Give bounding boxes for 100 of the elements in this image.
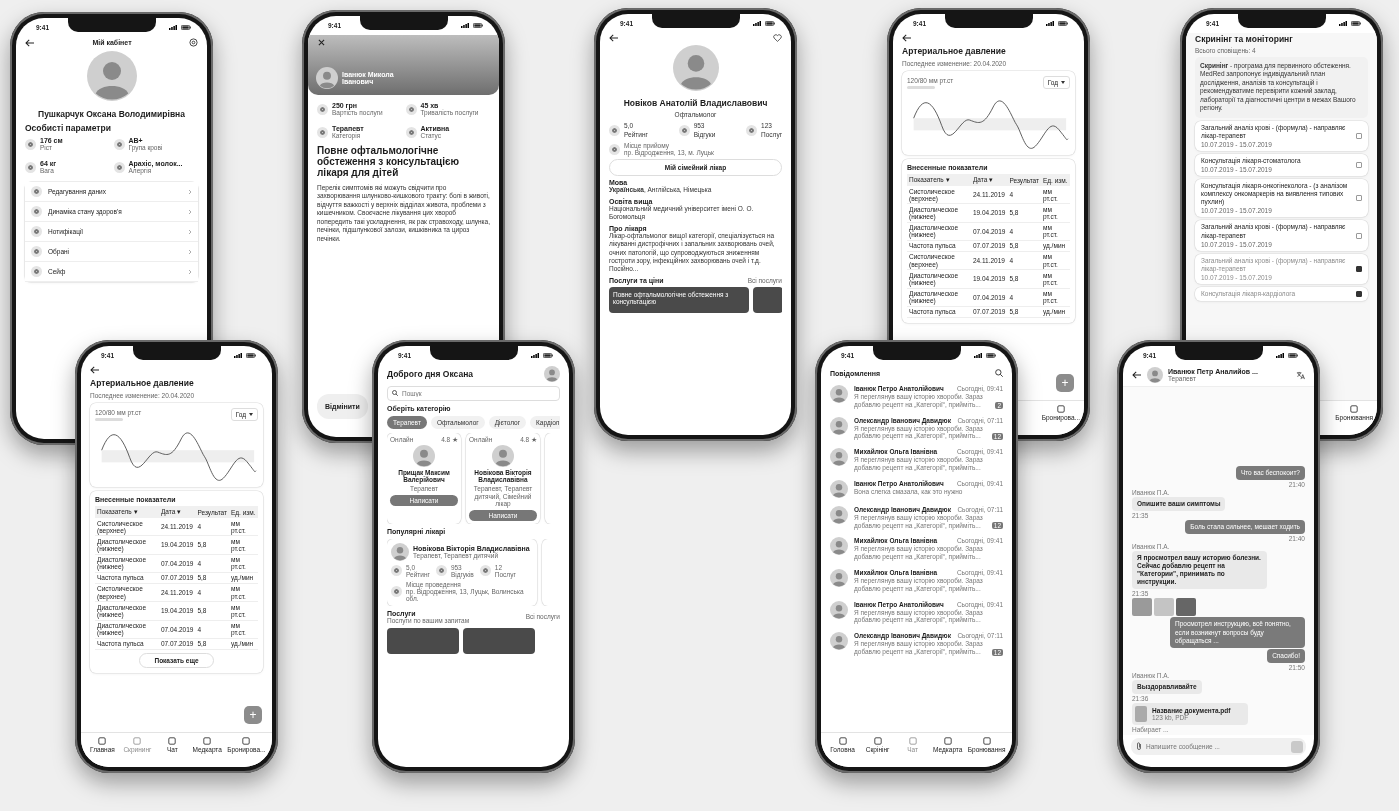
battery-icon [986,353,996,358]
chevron-icon [188,208,192,215]
signal-icon [531,353,539,358]
avatar-silhouette [830,416,848,435]
section-title: Особисті параметри [25,123,112,133]
avatar-silhouette [830,448,848,467]
checkbox[interactable] [1356,265,1362,272]
circle-icon [317,103,328,115]
battery-icon [473,23,483,28]
placeholder-line [907,85,935,89]
signal-icon [753,21,761,26]
tab-icon [133,737,142,745]
search-icon [392,390,398,396]
search-icon[interactable] [995,369,1003,377]
circle-icon [31,266,42,277]
battery-icon [246,353,256,358]
signal-icon [169,25,177,30]
close-icon[interactable] [318,39,325,46]
profile-photo [86,51,137,101]
signal-icon [461,23,469,28]
tab-icon [98,737,107,745]
signal-icon [1276,353,1284,358]
avatar-silhouette [830,505,848,524]
profile-name: Пушкарчук Оксана Володимирівна [38,109,185,119]
caret-icon [1061,81,1065,84]
tab-icon [982,737,991,745]
signal-icon [234,353,242,358]
avatar-silhouette [316,67,338,89]
battery-icon [181,25,191,30]
battery-icon [543,353,553,358]
avatar-silhouette [830,568,848,587]
tab-icon [203,737,212,745]
doctor-name: Новіков Анатолій Владиславович [623,98,768,108]
signal-icon [1339,21,1347,26]
checkbox[interactable] [1356,132,1362,139]
service-card[interactable] [387,627,459,654]
avatar-silhouette [830,600,848,619]
avatar-silhouette [830,632,848,651]
doctor-photo [391,542,409,561]
battery-icon [765,21,775,26]
location-icon [391,585,402,597]
avatar-silhouette [830,385,848,403]
signal-icon [1046,21,1054,26]
screen-title: Скринінг та моніторинг [1195,34,1294,44]
checkbox[interactable] [1356,161,1362,168]
chevron-icon [188,248,192,255]
back-arrow-icon[interactable] [1132,371,1142,379]
back-arrow-icon[interactable] [609,34,619,42]
back-arrow-icon[interactable] [90,366,100,374]
service-card[interactable] [463,627,535,654]
doctor-photo [672,45,719,91]
battery-icon [1058,21,1068,26]
tab-icon [168,737,177,745]
battery-icon [1351,21,1361,26]
location-icon [609,143,620,155]
service-card[interactable] [753,286,782,313]
circle-icon [479,565,491,577]
screen-title: Артериальное давление [902,46,1007,56]
circle-icon [317,126,328,138]
tab-icon [908,737,917,745]
avatar-silhouette [544,366,560,382]
circle-icon [678,125,690,137]
avatar-silhouette [830,537,848,556]
doctor-photo [492,445,514,468]
circle-icon [31,186,42,197]
greeting: Доброго дня Оксана [387,369,473,379]
tab-icon [1056,405,1065,413]
photo-placeholder[interactable] [1176,598,1196,617]
circle-icon [31,226,42,237]
photo-placeholder[interactable] [1132,598,1152,617]
checkbox[interactable] [1356,290,1362,297]
back-arrow-icon[interactable] [902,34,912,42]
tab-icon [1350,405,1359,413]
screen-title: Артериальное давление [90,378,195,388]
chevron-icon [188,228,192,235]
translate-icon[interactable] [1296,370,1305,380]
back-arrow-icon[interactable] [25,38,35,47]
tab-icon [943,737,952,745]
document-icon [1135,706,1147,722]
tab-icon [242,737,251,745]
circle-icon [113,161,125,173]
checkbox[interactable] [1356,195,1362,202]
circle-icon [31,206,42,217]
circle-icon [746,125,758,137]
paperclip-icon[interactable] [1136,742,1142,750]
circle-icon [31,246,42,257]
caret-icon [249,413,253,416]
battery-icon [1288,353,1298,358]
circle-icon [113,138,125,150]
settings-icon[interactable] [189,38,198,47]
circle-icon [25,161,36,173]
service-title: Повне офтальмологічне обстеження з консультацією лікаря для дітей [317,145,461,178]
circle-icon [405,103,417,115]
circle-icon [391,565,402,577]
circle-icon [25,138,36,150]
signal-icon [974,353,982,358]
avatar-silhouette [1147,367,1163,383]
chevron-icon [188,268,192,275]
heart-icon[interactable] [773,34,782,42]
checkbox[interactable] [1356,232,1362,239]
